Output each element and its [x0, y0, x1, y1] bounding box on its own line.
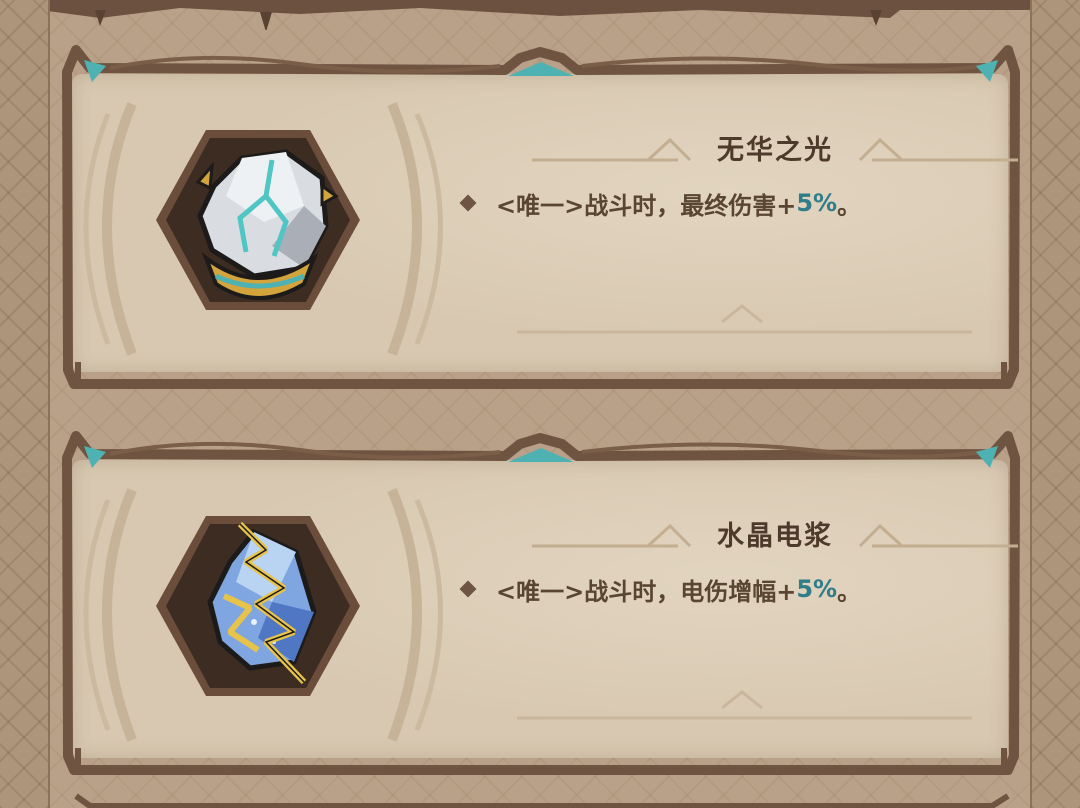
- effect-text: <唯一>战斗时，最终伤害+: [496, 191, 797, 220]
- relic-title: 水晶电浆: [717, 521, 833, 552]
- cracked-stone-gem-icon: [156, 130, 360, 310]
- effect-value: 5%: [796, 575, 838, 603]
- lightning-crystal-icon: [156, 516, 360, 696]
- effect-text: <唯一>战斗时，电伤增幅+: [496, 577, 797, 606]
- top-frame-edge: [40, 0, 1040, 30]
- diamond-bullet-icon: [459, 580, 477, 598]
- effect-description: <唯一>战斗时，最终伤害+ 5% 。: [454, 186, 1014, 220]
- relic-title: 无华之光: [717, 135, 833, 166]
- left-border-trim: [0, 0, 50, 808]
- relic-card[interactable]: 无华之光 <唯一>战斗时，最终伤害+ 5% 。: [50, 30, 1032, 394]
- relic-card[interactable]: 水晶电浆 <唯一>战斗时，电伤增幅+ 5% 。: [50, 416, 1032, 780]
- diamond-bullet-icon: [459, 194, 477, 212]
- relic-list-page: 无华之光 <唯一>战斗时，最终伤害+ 5% 。 水晶电浆 <唯一>战斗时，电伤增…: [0, 0, 1080, 808]
- next-card-frame-edge: [74, 793, 1010, 808]
- effect-suffix: 。: [837, 191, 862, 220]
- effect-suffix: 。: [837, 577, 862, 606]
- effect-description: <唯一>战斗时，电伤增幅+ 5% 。: [454, 572, 1014, 606]
- effect-value: 5%: [796, 189, 838, 217]
- right-border-trim: [1030, 0, 1080, 808]
